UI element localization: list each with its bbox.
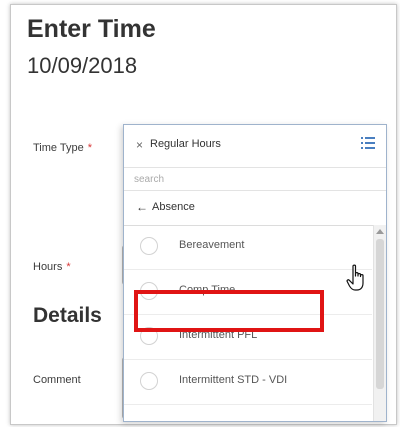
required-marker: * [87,142,93,154]
option-bereavement[interactable]: Bereavement [124,225,372,270]
hours-label-text: Hours [33,261,63,273]
option-list: Bereavement Comp Time Intermittent PFL I… [124,225,372,405]
list-icon[interactable] [360,135,376,151]
selected-chip-regular-hours: Regular Hours [150,138,221,150]
scroll-thumb[interactable] [376,239,384,389]
time-type-selected-field[interactable]: × Regular Hours [124,125,386,168]
search-input[interactable] [134,172,334,186]
option-label: Intermittent PFL [179,329,258,341]
category-label: Absence [152,201,195,213]
option-label: Bereavement [179,239,245,251]
hours-label: Hours * [33,261,71,273]
back-to-absence[interactable]: ← Absence [124,191,386,226]
back-arrow-icon[interactable]: ← [136,200,148,214]
time-type-label-text: Time Type [33,142,84,154]
page-date: 10/09/2018 [27,53,138,78]
option-label: Intermittent STD - VDI [179,374,288,386]
hand-pointer-icon [346,264,364,291]
option-intermittent-std-vdi[interactable]: Intermittent STD - VDI [124,360,372,405]
radio-icon[interactable] [140,237,158,255]
chip-remove-icon[interactable]: × [136,138,143,152]
required-marker: * [66,261,71,273]
scroll-up-arrow-icon[interactable] [376,229,384,234]
option-comp-time[interactable]: Comp Time [124,270,372,315]
option-label: Comp Time [179,284,236,296]
time-type-label: Time Type * [33,142,92,154]
option-intermittent-pfl[interactable]: Intermittent PFL [124,315,372,360]
search-row [124,168,386,191]
details-heading: Details [33,304,102,327]
radio-icon[interactable] [140,327,158,345]
page-title: Enter Time [27,15,156,43]
scrollbar[interactable] [373,225,386,421]
radio-icon[interactable] [140,372,158,390]
radio-icon[interactable] [140,282,158,300]
comment-label: Comment [33,374,81,386]
